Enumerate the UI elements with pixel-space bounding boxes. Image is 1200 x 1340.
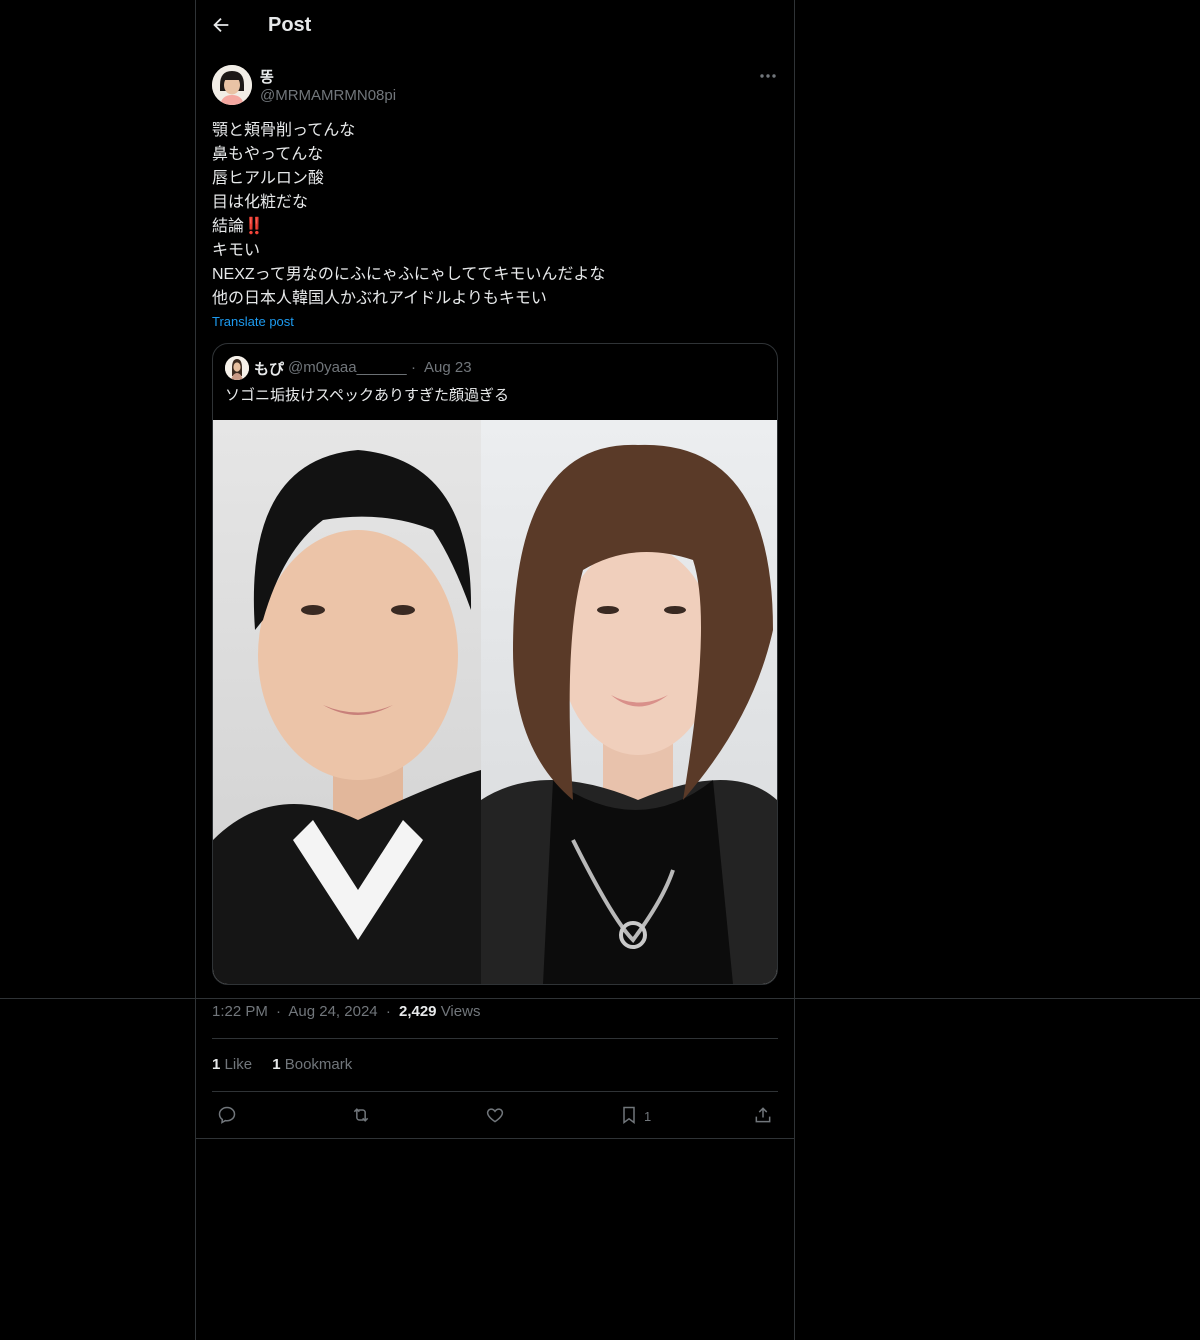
quote-media-image[interactable] [213, 420, 777, 984]
post-line: 顎と頬骨削ってんな [212, 122, 356, 139]
post-line: 鼻もやってんな [212, 146, 324, 163]
like-icon [486, 1108, 504, 1123]
post-line: 他の日本人韓国人かぶれアイドルよりもキモい [212, 290, 547, 307]
bookmark-button[interactable] [617, 1103, 641, 1127]
quote-date: Aug 23 [424, 359, 472, 376]
share-button[interactable] [751, 1103, 775, 1127]
quote-avatar [225, 356, 249, 380]
page-title: Post [268, 14, 312, 36]
quote-separator: · [411, 359, 416, 376]
bookmarks-label: Bookmark [284, 1056, 353, 1073]
more-options-button[interactable] [756, 66, 780, 86]
likes-label: Like [224, 1056, 253, 1073]
retweet-icon [353, 1108, 369, 1122]
quote-author-name: もぴ [254, 361, 285, 378]
quote-text: ソゴニ垢抜けスペックありすぎた顔過ぎる [225, 387, 509, 404]
bookmarks-stat[interactable]: 1 Bookmark [272, 1056, 352, 1073]
post-line: 唇ヒアルロン酸 [212, 170, 324, 187]
meta-separator: · [276, 1003, 282, 1020]
retweet-button[interactable] [349, 1103, 373, 1127]
author-name[interactable]: 똥 [260, 66, 274, 87]
main-column: Post 똥 @MRMAMRMN08pi 顎と頬骨削ってんな 鼻もやってんな 唇… [195, 0, 795, 1340]
arrow-left-icon [213, 17, 229, 33]
bookmarks-count: 1 [272, 1056, 281, 1073]
translate-link[interactable]: Translate post [212, 314, 294, 329]
author-handle[interactable]: @MRMAMRMN08pi [260, 87, 396, 104]
bookmark-icon [623, 1106, 635, 1124]
quote-author-handle: @m0yaaa______ [288, 359, 407, 376]
views-label: Views [440, 1003, 481, 1020]
post-line: キモい [212, 242, 261, 259]
avatar[interactable] [212, 65, 252, 105]
views-count: 2,429 [398, 1003, 437, 1020]
meta-separator: · [385, 1003, 391, 1020]
post-meta: 1:22 PM · Aug 24, 2024 · 2,429 Views [212, 1003, 480, 1020]
post-text: 顎と頬骨削ってんな 鼻もやってんな 唇ヒアルロン酸 目は化粧だな 結論‼️ キモ… [212, 119, 772, 311]
more-icon [760, 74, 776, 78]
post-line: NEXZって男なのにふにゃふにゃしててキモいんだよな [212, 266, 606, 283]
bookmark-count: 1 [644, 1109, 652, 1124]
back-button[interactable] [210, 14, 236, 40]
likes-count: 1 [212, 1056, 221, 1073]
post-line: 目は化粧だな [212, 194, 309, 211]
like-button[interactable] [483, 1103, 507, 1127]
reply-icon [218, 1106, 236, 1124]
engagement-stats: 1 Like 1 Bookmark [212, 1056, 368, 1073]
likes-stat[interactable]: 1 Like [212, 1056, 252, 1073]
quoted-post[interactable]: もぴ @m0yaaa______ · Aug 23 ソゴニ垢抜けスペックありすぎ… [212, 343, 778, 985]
reply-button[interactable] [215, 1103, 239, 1127]
post-date[interactable]: Aug 24, 2024 [288, 1003, 377, 1020]
divider [212, 1038, 778, 1039]
post-time[interactable]: 1:22 PM [212, 1003, 268, 1020]
divider [196, 1138, 794, 1139]
divider [212, 1091, 778, 1092]
header: Post [196, 0, 794, 53]
post-line: 結論‼️ [212, 218, 264, 235]
share-icon [755, 1107, 771, 1123]
